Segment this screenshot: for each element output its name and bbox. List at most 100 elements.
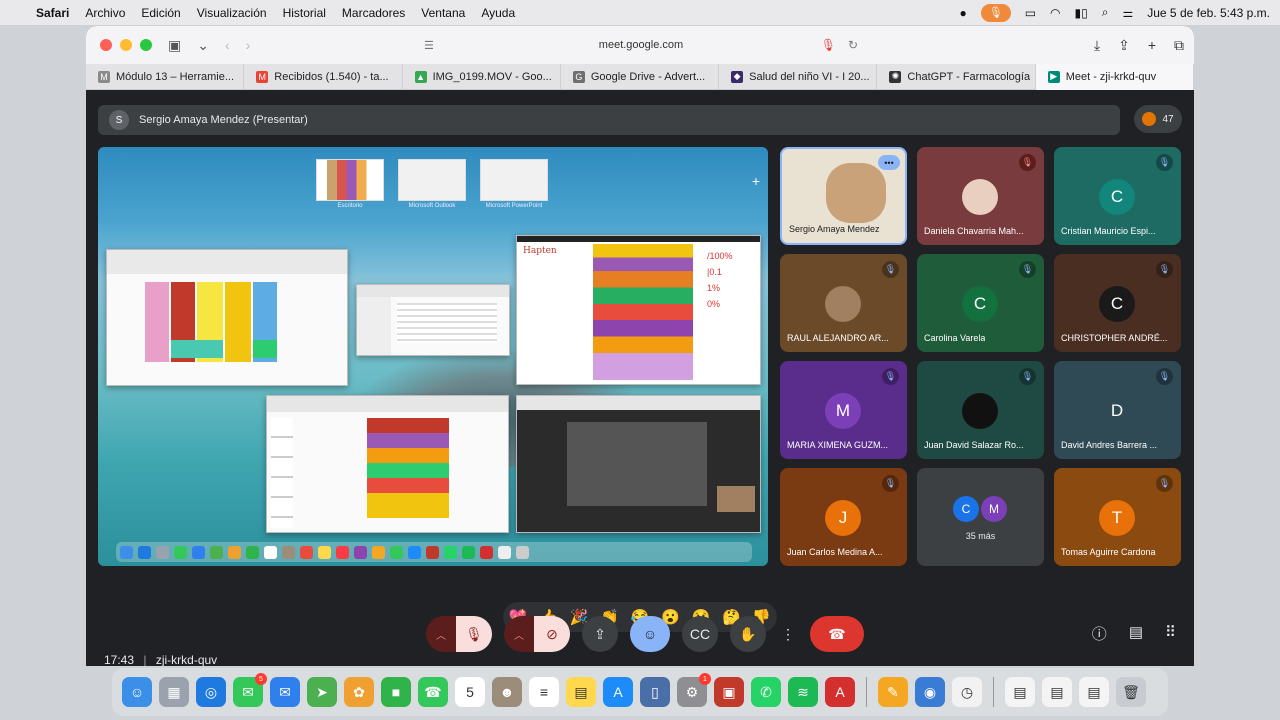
tile-options-icon[interactable]: •••	[878, 155, 900, 170]
tab-meet[interactable]: ▶ Meet - zji-krkd-quv	[1035, 63, 1194, 90]
annotated-slide-thumbnail: Hapten /100% |0.1 1% 0%	[516, 235, 761, 385]
dock-finder-icon[interactable]: ☺	[122, 677, 152, 707]
control-center-icon[interactable]: ⚌	[1122, 6, 1133, 20]
close-window-button[interactable]	[100, 39, 112, 51]
notification-badge: 5	[255, 673, 267, 685]
dock-whatsapp-icon[interactable]: ✆	[751, 677, 781, 707]
dock-trash-icon[interactable]: 🗑	[1116, 677, 1146, 707]
participant-tile[interactable]: D 🎙 David Andres Barrera ...	[1054, 361, 1181, 459]
search-icon[interactable]: ⌕	[1102, 5, 1109, 20]
activities-icon[interactable]: ⠿	[1165, 623, 1176, 644]
dock-clock-icon[interactable]: ◷	[952, 677, 982, 707]
dock-doc-3-icon[interactable]: ▤	[1079, 677, 1109, 707]
dock-photo-booth-icon[interactable]: ▣	[714, 677, 744, 707]
zoom-window-button[interactable]	[140, 39, 152, 51]
camera-off-button[interactable]: ⊘	[534, 616, 570, 652]
minimize-window-button[interactable]	[120, 39, 132, 51]
dock-spotify-icon[interactable]: ≋	[788, 677, 818, 707]
dock-doc-2-icon[interactable]: ▤	[1042, 677, 1072, 707]
participant-tile[interactable]: 🎙 Daniela Chavarria Mah...	[917, 147, 1044, 245]
captions-button[interactable]: CC	[682, 616, 718, 652]
raise-hand-button[interactable]: ✋	[730, 616, 766, 652]
menu-app-safari[interactable]: Safari	[36, 6, 69, 20]
dock-photos-icon[interactable]: ✿	[344, 677, 374, 707]
share-icon[interactable]: ⇪	[1118, 37, 1130, 54]
audio-options-chevron-icon[interactable]: ︿	[426, 616, 456, 652]
battery-icon[interactable]: ▮▯	[1075, 6, 1088, 20]
participant-avatar: M	[825, 393, 861, 429]
menu-archivo[interactable]: Archivo	[85, 6, 125, 20]
menu-marcadores[interactable]: Marcadores	[342, 6, 405, 20]
tab-google-drive[interactable]: G Google Drive - Advert...	[561, 63, 720, 90]
tab-chatgpt[interactable]: ✺ ChatGPT - Farmacología	[877, 63, 1036, 90]
participant-tile[interactable]: J 🎙 Juan Carlos Medina A...	[780, 468, 907, 566]
reactions-button[interactable]: ☺	[630, 616, 670, 652]
leave-call-button[interactable]: ☎	[810, 616, 864, 652]
chevron-down-icon[interactable]: ⌄	[197, 37, 209, 54]
dock-messages-icon[interactable]: ✉ 5	[233, 673, 267, 707]
menu-ayuda[interactable]: Ayuda	[481, 6, 515, 20]
dock-mail-icon[interactable]: ✉	[270, 677, 300, 707]
menubar-clock[interactable]: Jue 5 de feb. 5:43 p.m.	[1147, 6, 1270, 20]
dock-maps-icon[interactable]: ➤	[307, 677, 337, 707]
tab-modulo-13[interactable]: M Módulo 13 – Herramie...	[86, 63, 245, 90]
tab-salud-nino[interactable]: ◆ Salud del niño VI - I 20...	[719, 63, 878, 90]
back-icon[interactable]: ‹	[225, 37, 230, 53]
participant-tile[interactable]: C 🎙 CHRISTOPHER ANDRÉ...	[1054, 254, 1181, 352]
microphone-recording-icon[interactable]: 🎙	[821, 38, 836, 52]
forward-icon[interactable]: ›	[246, 37, 251, 53]
tab-drive-video[interactable]: ▲ IMG_0199.MOV - Goo...	[403, 63, 561, 90]
menu-edicion[interactable]: Edición	[141, 6, 180, 20]
participant-tile[interactable]: T 🎙 Tomas Aguirre Cardona	[1054, 468, 1181, 566]
participant-tile[interactable]: 🎙 Juan David Salazar Ro...	[917, 361, 1044, 459]
dock-app-store-icon[interactable]: A	[603, 677, 633, 707]
participant-tile[interactable]: M 🎙 MARIA XIMENA GUZM...	[780, 361, 907, 459]
dock-calendar-icon[interactable]: 5	[455, 677, 485, 707]
tab-gmail[interactable]: M Recibidos (1.540) - ta...	[244, 63, 403, 90]
new-tab-icon[interactable]: +	[1148, 37, 1156, 53]
meet-icon: ▶	[1047, 70, 1060, 83]
wifi-icon[interactable]: ◠	[1050, 6, 1060, 20]
dock-acrobat-icon[interactable]: A	[825, 677, 855, 707]
dock-mirror-app-icon[interactable]: ◉	[915, 677, 945, 707]
dock-safari-icon[interactable]: ◎	[196, 677, 226, 707]
more-options-button[interactable]: ⋮	[778, 616, 798, 652]
dock-system-settings-icon[interactable]: ⚙ 1	[677, 673, 711, 707]
muted-mic-icon: 🎙	[1156, 154, 1173, 171]
menu-ventana[interactable]: Ventana	[421, 6, 465, 20]
record-icon[interactable]: ●	[959, 6, 966, 20]
dock-doc-1-icon[interactable]: ▤	[1005, 677, 1035, 707]
microphone-in-use-icon[interactable]: 🎙	[980, 3, 1011, 22]
mic-off-button[interactable]: 🎙	[456, 616, 492, 652]
participant-tile[interactable]: C 🎙 Cristian Mauricio Espi...	[1054, 147, 1181, 245]
menu-visualizacion[interactable]: Visualización	[197, 6, 267, 20]
display-icon[interactable]: ▭	[1025, 6, 1036, 20]
dock-iphone-mirroring-icon[interactable]: ▯	[640, 677, 670, 707]
chat-icon[interactable]: ▤	[1129, 623, 1143, 644]
participant-tile[interactable]: 🎙 RAUL ALEJANDRO AR...	[780, 254, 907, 352]
presenter-bar[interactable]: S Sergio Amaya Mendez (Presentar)	[98, 105, 1120, 135]
participant-tile[interactable]: C 🎙 Carolina Varela	[917, 254, 1044, 352]
sidebar-icon[interactable]: ▣	[168, 37, 181, 54]
video-options-chevron-icon[interactable]: ︿	[504, 616, 534, 652]
address-bar[interactable]: ☰ meet.google.com 🎙 ↻	[416, 34, 866, 56]
more-participants-tile[interactable]: C M 35 más	[917, 468, 1044, 566]
present-screen-button[interactable]: ⇪	[582, 616, 618, 652]
page-settings-icon[interactable]: ☰	[424, 39, 434, 52]
tab-overview-icon[interactable]: ⧉	[1174, 37, 1184, 54]
google-icon: G	[572, 70, 585, 83]
download-icon[interactable]: ⤓	[1094, 37, 1100, 54]
menu-historial[interactable]: Historial	[283, 6, 326, 20]
dock-phone-icon[interactable]: ☎	[418, 677, 448, 707]
participants-button[interactable]: 47	[1134, 105, 1182, 133]
dock-facetime-icon[interactable]: ■	[381, 677, 411, 707]
side-controls: ⓘ ▤ ⠿	[1092, 623, 1176, 644]
dock-launchpad-icon[interactable]: ▦	[159, 677, 189, 707]
reload-icon[interactable]: ↻	[848, 38, 858, 52]
participant-tile[interactable]: ••• Sergio Amaya Mendez	[780, 147, 907, 245]
dock-contacts-icon[interactable]: ☻	[492, 677, 522, 707]
dock-notes-icon[interactable]: ▤	[566, 677, 596, 707]
dock-reminders-icon[interactable]: ≡	[529, 677, 559, 707]
meeting-details-icon[interactable]: ⓘ	[1092, 623, 1107, 644]
dock-pages-icon[interactable]: ✎	[878, 677, 908, 707]
